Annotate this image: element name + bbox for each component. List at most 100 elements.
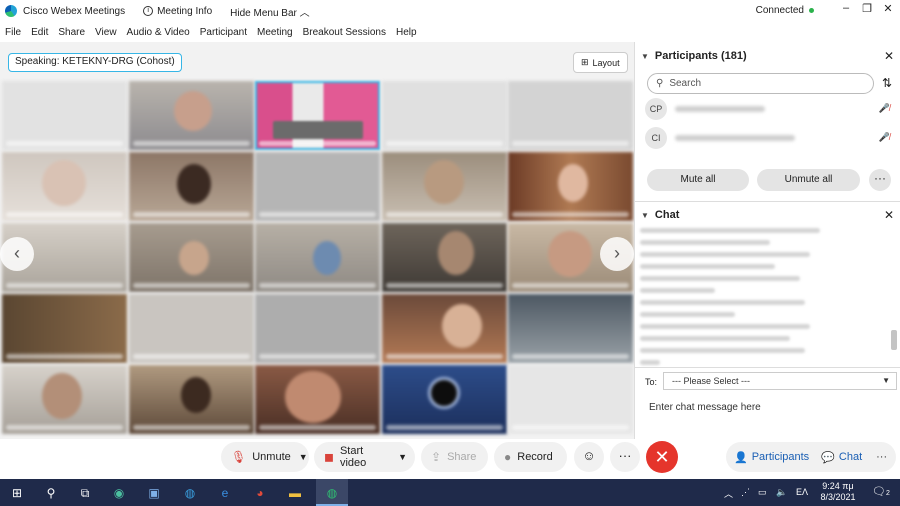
system-clock[interactable]: 9:24 πμ 8/3/2021 (816, 481, 860, 503)
video-tile[interactable] (2, 365, 127, 434)
meeting-info-button[interactable]: i Meeting Info (143, 6, 212, 17)
windows-start-icon[interactable]: ⊞ (8, 484, 26, 502)
video-tile[interactable] (381, 223, 507, 292)
close-window-button[interactable]: ✕ (878, 2, 898, 15)
search-icon[interactable]: ⚲ (42, 484, 60, 502)
share-button[interactable]: ⇪ Share (421, 442, 488, 472)
chat-message-blurred (640, 348, 805, 353)
connection-status: Connected (756, 5, 814, 16)
video-tile[interactable] (128, 81, 254, 150)
layout-button[interactable]: ⊞ Layout (573, 52, 628, 73)
chat-panel-header[interactable]: ▼ Chat ✕ (635, 201, 900, 229)
muted-mic-icon[interactable]: 🎤̸ (879, 132, 890, 143)
end-meeting-button[interactable]: ✕ (646, 441, 678, 473)
close-participants-icon[interactable]: ✕ (884, 49, 894, 63)
video-tile[interactable] (128, 152, 254, 221)
menu-participant[interactable]: Participant (200, 27, 247, 38)
hide-menu-bar-button[interactable]: Hide Menu Bar ︿ (230, 4, 309, 19)
chat-message-blurred (640, 276, 800, 281)
app-icon[interactable]: ▣ (145, 484, 163, 502)
person-blob (180, 377, 211, 413)
participant-name-bar (512, 212, 629, 217)
minimize-button[interactable]: – (836, 2, 856, 14)
participant-name-bar (512, 141, 629, 146)
unmute-all-button[interactable]: Unmute all (757, 169, 860, 191)
participant-search-input[interactable]: ⚲ Search (647, 73, 874, 94)
menu-meeting[interactable]: Meeting (257, 27, 293, 38)
record-label: Record (517, 451, 553, 463)
video-tile[interactable] (255, 152, 380, 221)
chevron-down-icon[interactable]: ▼ (299, 452, 308, 462)
video-tile[interactable] (508, 152, 633, 221)
menu-file[interactable]: File (5, 27, 21, 38)
panel-more-button[interactable]: ··· (876, 451, 887, 463)
participants-more-button[interactable]: ··· (869, 169, 891, 191)
chrome-icon[interactable]: ◕ (251, 484, 269, 502)
language-indicator[interactable]: ΕΛ (796, 487, 808, 497)
menu-edit[interactable]: Edit (31, 27, 48, 38)
close-chat-icon[interactable]: ✕ (884, 208, 894, 222)
video-tile[interactable] (381, 152, 507, 221)
avatar: CI (645, 127, 667, 149)
participants-panel-header[interactable]: ▼ Participants (181) ✕ (635, 42, 900, 70)
webex-taskbar-button[interactable]: ◍ (316, 479, 348, 506)
previous-page-button[interactable]: ‹ (0, 237, 34, 271)
chevron-down-icon[interactable]: ▼ (398, 452, 407, 462)
participant-name-bar (132, 283, 250, 288)
video-tile[interactable] (2, 294, 127, 363)
person-blob (313, 241, 341, 275)
video-tile-active[interactable] (255, 81, 380, 150)
chevron-up-icon[interactable]: ︿ (724, 487, 733, 500)
start-video-button[interactable]: ◼ Start video ▼ (314, 442, 415, 472)
panel-divider (635, 367, 900, 368)
video-tile[interactable] (128, 365, 254, 434)
notifications-icon[interactable]: 🗨2 (872, 485, 890, 498)
search-placeholder: Search (669, 78, 702, 89)
participant-row[interactable]: CI 🎤̸ (645, 127, 890, 149)
video-tile[interactable] (381, 365, 507, 434)
video-tile[interactable] (2, 81, 127, 150)
menu-breakout-sessions[interactable]: Breakout Sessions (303, 27, 386, 38)
network-icon[interactable]: ⋰ (741, 487, 750, 498)
unmute-button[interactable]: 🎙 Unmute ▼ (221, 442, 309, 472)
video-tile[interactable] (128, 223, 254, 292)
menu-audio-video[interactable]: Audio & Video (127, 27, 190, 38)
file-explorer-icon[interactable]: ▬ (286, 484, 304, 502)
chevron-up-icon: ︿ (299, 7, 310, 19)
video-tile[interactable] (508, 294, 633, 363)
mute-all-button[interactable]: Mute all (647, 169, 749, 191)
video-tile[interactable] (381, 81, 507, 150)
video-tile[interactable] (381, 294, 507, 363)
video-tile[interactable] (255, 365, 380, 434)
battery-icon[interactable]: ▭ (758, 487, 767, 498)
chat-scrollbar-thumb[interactable] (891, 330, 897, 350)
globe-icon[interactable]: ◍ (181, 484, 199, 502)
chat-message-input[interactable]: Enter chat message here (649, 402, 761, 413)
reactions-button[interactable]: ☺ (574, 442, 604, 472)
internet-explorer-icon[interactable]: e (216, 484, 234, 502)
chat-toggle-button[interactable]: 💬 Chat (821, 451, 862, 464)
restore-button[interactable]: ❐ (857, 2, 877, 15)
sort-icon[interactable]: ⇅ (882, 76, 892, 90)
participants-toggle-button[interactable]: 👤 Participants (734, 451, 809, 464)
task-view-icon[interactable]: ⧉ (76, 484, 94, 502)
menu-view[interactable]: View (95, 27, 117, 38)
video-tile[interactable] (2, 152, 127, 221)
muted-mic-icon[interactable]: 🎤̸ (879, 103, 890, 114)
video-tile[interactable] (255, 294, 380, 363)
record-button[interactable]: ● Record (494, 442, 567, 472)
video-tile[interactable] (508, 365, 633, 434)
menu-help[interactable]: Help (396, 27, 417, 38)
video-tile[interactable] (255, 223, 380, 292)
menu-share[interactable]: Share (58, 27, 85, 38)
chat-scrollbar[interactable] (891, 230, 897, 365)
more-options-button[interactable]: ··· (610, 442, 640, 472)
participant-row[interactable]: CP 🎤̸ (645, 98, 890, 120)
volume-icon[interactable]: 🔈 (776, 487, 787, 498)
video-tile[interactable] (508, 81, 633, 150)
app-icon[interactable]: ◉ (110, 484, 128, 502)
next-page-button[interactable]: › (600, 237, 634, 271)
participant-name-blurred (675, 106, 765, 112)
chat-recipient-select[interactable]: --- Please Select --- ▼ (663, 372, 897, 390)
video-tile[interactable] (128, 294, 254, 363)
